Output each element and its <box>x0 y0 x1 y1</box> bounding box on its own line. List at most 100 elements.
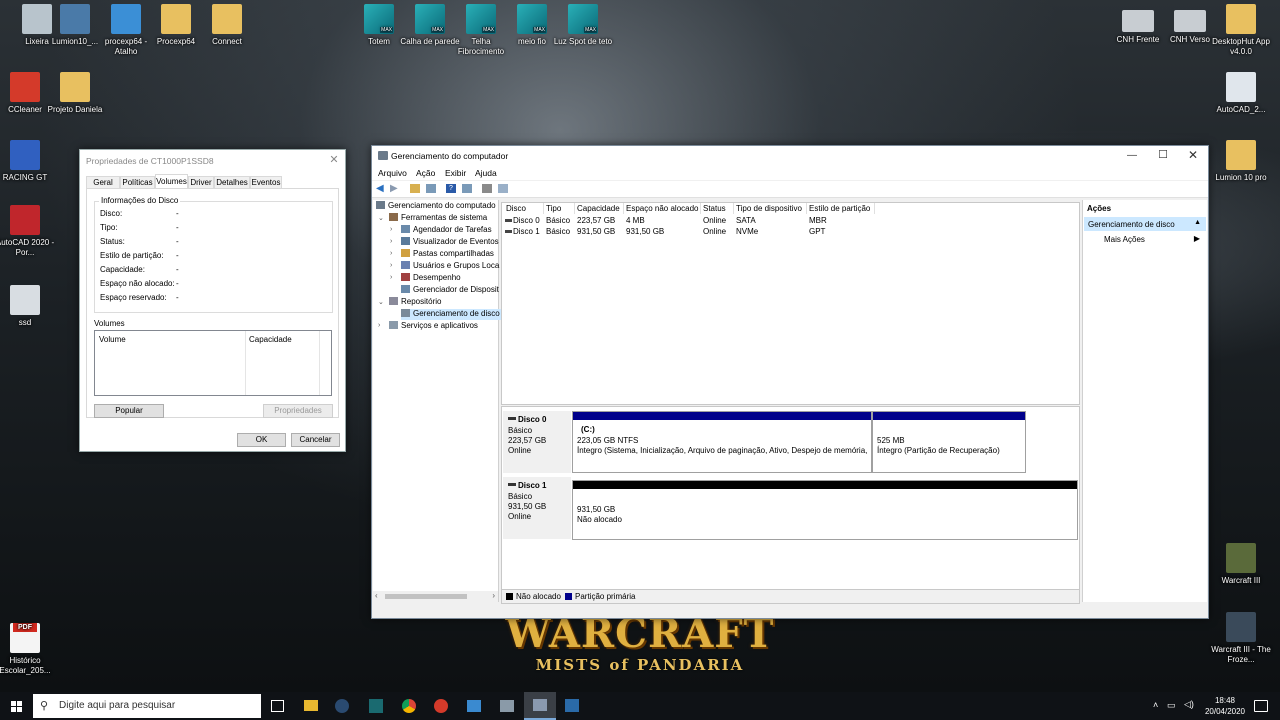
menu-exibir[interactable]: Exibir <box>445 168 466 178</box>
table-row[interactable]: Disco 0 Básico 223,57 GB 4 MB Online SATA MBR <box>502 215 1078 226</box>
tree-item[interactable]: Gerenciamento de disco <box>401 309 502 320</box>
desktop-icon[interactable]: Warcraft III - The Froze... <box>1208 612 1274 665</box>
app-icon-3[interactable] <box>565 699 579 712</box>
up-folder-icon[interactable] <box>410 184 420 193</box>
file-explorer-icon[interactable] <box>304 700 318 711</box>
ccleaner-icon[interactable] <box>434 699 448 713</box>
scroll-thumb[interactable] <box>385 594 467 599</box>
tab-politicas[interactable]: Políticas <box>120 176 155 188</box>
expand-closed-icon[interactable]: › <box>378 322 380 329</box>
app-icon-2[interactable] <box>500 700 514 712</box>
desktop-icon[interactable]: ssd <box>0 285 58 328</box>
3dsmax-file-icon[interactable]: MAX Luz Spot de teto <box>550 4 616 47</box>
close-window-icon[interactable]: ✕ <box>1183 148 1203 162</box>
scroll-left-icon[interactable]: ‹ <box>375 591 378 600</box>
help-icon[interactable]: ? <box>446 184 456 193</box>
tree-item[interactable]: Usuários e Grupos Loca <box>401 261 501 272</box>
tree-item[interactable]: Gerenciador de Disposit <box>401 285 501 296</box>
3dsmax-icon[interactable] <box>369 699 383 713</box>
steam-icon[interactable] <box>335 699 349 713</box>
expand-closed-icon[interactable]: › <box>390 274 392 281</box>
volumes-col-volume[interactable]: Volume <box>99 335 126 344</box>
expand-closed-icon[interactable]: › <box>390 262 392 269</box>
app-icon[interactable] <box>467 700 481 712</box>
volumes-list[interactable]: Volume Capacidade <box>94 330 332 396</box>
desktop-icon[interactable]: Lumion 10 pro <box>1208 140 1274 183</box>
volumes-col-capacity[interactable]: Capacidade <box>249 335 292 344</box>
forward-icon[interactable]: ▶ <box>390 184 398 194</box>
disk0-label[interactable]: Disco 0 Básico 223,57 GB Online <box>503 411 571 473</box>
tree-item[interactable]: Serviços e aplicativos <box>389 321 480 332</box>
menu-acao[interactable]: Ação <box>416 168 435 178</box>
tab-detalhes[interactable]: Detalhes <box>214 176 250 188</box>
tree-item[interactable]: Ferramentas de sistema <box>389 213 489 224</box>
task-view-icon[interactable] <box>271 700 284 712</box>
tree-item[interactable]: Gerenciamento do computado <box>376 201 498 212</box>
tree-item[interactable]: Pastas compartilhadas <box>401 249 496 260</box>
disk1-unallocated[interactable]: 931,50 GB Não alocado <box>572 480 1078 540</box>
expand-open-icon[interactable]: ⌄ <box>378 298 384 306</box>
expand-closed-icon[interactable]: › <box>390 226 392 233</box>
notifications-icon[interactable] <box>1254 700 1268 712</box>
column-header[interactable]: Status <box>701 203 734 214</box>
column-header[interactable]: Disco <box>504 203 544 214</box>
tab-driver[interactable]: Driver <box>188 176 214 188</box>
desktop-icon[interactable]: RACING GT <box>0 140 58 183</box>
start-button[interactable] <box>0 692 32 720</box>
scroll-right-icon[interactable]: › <box>492 591 495 600</box>
column-header[interactable]: Capacidade <box>575 203 624 214</box>
network-icon[interactable]: ▭ <box>1167 700 1176 711</box>
back-icon[interactable]: ◀ <box>376 184 384 194</box>
tab-geral[interactable]: Geral <box>86 176 120 188</box>
disk1-label[interactable]: Disco 1 Básico 931,50 GB Online <box>503 477 571 539</box>
tree-hscroll[interactable]: ‹ › <box>373 591 498 602</box>
computer-management-task[interactable] <box>524 692 556 720</box>
populate-button[interactable]: Popular <box>94 404 164 418</box>
desktop-icon[interactable]: Warcraft III <box>1208 543 1274 586</box>
search-box[interactable]: ⚲ Digite aqui para pesquisar <box>33 694 261 718</box>
actions-section[interactable]: Gerenciamento de disco ▲ <box>1084 217 1206 231</box>
tree-item[interactable]: Visualizador de Eventos <box>401 237 501 248</box>
list-icon[interactable] <box>498 184 508 193</box>
cancel-button[interactable]: Cancelar <box>291 433 340 447</box>
desktop-icon[interactable]: Projeto Daniela <box>42 72 108 115</box>
show-tree-icon[interactable] <box>426 184 436 193</box>
tray-chevron-icon[interactable]: ˄ <box>1153 700 1158 710</box>
expand-closed-icon[interactable]: › <box>390 250 392 257</box>
clock-date[interactable]: 20/04/2020 <box>1201 707 1249 716</box>
view-icon[interactable] <box>462 184 472 193</box>
menu-arquivo[interactable]: Arquivo <box>378 168 407 178</box>
desktop-icon[interactable]: AutoCAD 2020 - Por... <box>0 205 58 258</box>
clock-time[interactable]: 18:48 <box>1210 696 1240 705</box>
desktop-icon[interactable]: AutoCAD_2... <box>1208 72 1274 115</box>
tree-item[interactable]: Agendador de Tarefas <box>401 225 494 236</box>
close-icon[interactable]: ✕ <box>327 153 341 167</box>
expand-closed-icon[interactable]: › <box>390 238 392 245</box>
ok-button[interactable]: OK <box>237 433 286 447</box>
column-header[interactable]: Estilo de partição <box>807 203 875 214</box>
tab-volumes[interactable]: Volumes <box>155 174 188 188</box>
tree-item[interactable]: Desempenho <box>401 273 463 284</box>
more-actions[interactable]: Mais Ações ▶ <box>1084 233 1206 246</box>
maximize-icon[interactable]: ☐ <box>1153 148 1173 161</box>
column-header[interactable]: Tipo de dispositivo <box>734 203 807 214</box>
column-header[interactable]: Tipo <box>544 203 575 214</box>
desktop-icon[interactable]: PDF Histórico Escolar_205... <box>0 612 58 676</box>
column-header[interactable]: Espaço não alocado <box>624 203 701 214</box>
volume-icon[interactable]: ◁) <box>1184 699 1194 710</box>
chrome-icon[interactable] <box>402 699 416 713</box>
minimize-icon[interactable]: — <box>1122 150 1142 161</box>
desktop-icon[interactable]: DesktopHut App v4.0.0 <box>1208 4 1274 57</box>
tree-item[interactable]: Repositório <box>389 297 443 308</box>
disk0-partition-c[interactable]: (C:) 223,05 GB NTFS Íntegro (Sistema, In… <box>572 411 872 473</box>
disk0-partition-recovery[interactable]: 525 MB Íntegro (Partição de Recuperação) <box>872 411 1026 473</box>
properties-icon[interactable] <box>482 184 492 193</box>
desktop-icon[interactable]: Connect <box>194 4 260 47</box>
menu-ajuda[interactable]: Ajuda <box>475 168 497 178</box>
tab-eventos[interactable]: Eventos <box>250 176 282 188</box>
search-input[interactable]: Digite aqui para pesquisar <box>59 700 175 711</box>
collapse-icon[interactable]: ▲ <box>1194 219 1201 226</box>
expand-open-icon[interactable]: ⌄ <box>378 214 384 222</box>
properties-button[interactable]: Propriedades <box>263 404 333 418</box>
table-row[interactable]: Disco 1 Básico 931,50 GB 931,50 GB Online NVM… <box>502 226 1078 237</box>
